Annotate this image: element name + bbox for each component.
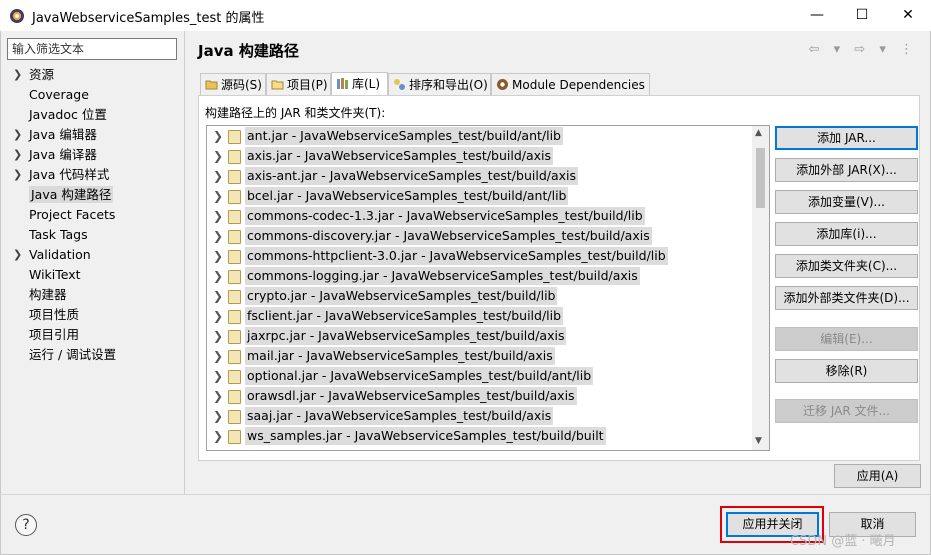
sidebar: 输入筛选文本 ❯ 资源 Coverage Javadoc 位置 ❯ Java 编辑器… bbox=[0, 31, 185, 494]
filter-input[interactable]: 输入筛选文本 bbox=[7, 38, 177, 60]
add-jar-button[interactable]: 添加 JAR... bbox=[775, 126, 918, 150]
scroll-down-icon[interactable]: ▼ bbox=[755, 436, 762, 446]
add-external-jar-button[interactable]: 添加外部 JAR(X)... bbox=[775, 158, 918, 182]
tree-item-task-tags[interactable]: Task Tags bbox=[0, 225, 184, 245]
expand-chevron-icon[interactable]: ❯ bbox=[213, 286, 223, 306]
jar-icon bbox=[228, 210, 241, 224]
history-nav-icons[interactable]: ⇦ ▾ ⇨ ▾ ⋮ bbox=[809, 42, 918, 57]
page-title: Java 构建路径 bbox=[198, 42, 299, 60]
help-icon[interactable]: ? bbox=[15, 514, 37, 536]
expand-chevron-icon[interactable]: ❯ bbox=[213, 366, 223, 386]
tree-item-javadoc-location[interactable]: Javadoc 位置 bbox=[0, 105, 184, 125]
add-library-button[interactable]: 添加库(i)... bbox=[775, 222, 918, 246]
main-panel: Java 构建路径 ⇦ ▾ ⇨ ▾ ⋮ 源码(S) 项目(P) 库(L) 排序和… bbox=[185, 31, 930, 494]
expand-chevron-icon[interactable]: ❯ bbox=[213, 306, 223, 326]
expand-chevron-icon[interactable]: ❯ bbox=[13, 65, 23, 85]
expand-chevron-icon[interactable]: ❯ bbox=[213, 266, 223, 286]
libraries-label: 构建路径上的 JAR 和类文件夹(T): bbox=[205, 106, 386, 120]
tree-item-java-compiler[interactable]: ❯ Java 编译器 bbox=[0, 145, 184, 165]
tree-item-project-references[interactable]: 项目引用 bbox=[0, 325, 184, 345]
jar-icon bbox=[228, 370, 241, 384]
jar-icon bbox=[228, 170, 241, 184]
scrollbar-thumb[interactable] bbox=[756, 148, 765, 208]
expand-chevron-icon[interactable]: ❯ bbox=[213, 346, 223, 366]
expand-chevron-icon[interactable]: ❯ bbox=[213, 386, 223, 406]
watermark: CSDN @蓝 · 曦月 bbox=[790, 534, 896, 549]
eclipse-gear-icon bbox=[10, 9, 24, 23]
close-button[interactable]: ✕ bbox=[885, 0, 931, 31]
tree-item-java-build-path[interactable]: Java 构建路径 bbox=[0, 185, 184, 205]
tree-item-builders[interactable]: 构建器 bbox=[0, 285, 184, 305]
expand-chevron-icon[interactable]: ❯ bbox=[213, 426, 223, 446]
tab-projects[interactable]: 项目(P) bbox=[266, 73, 331, 95]
title-bar: JavaWebserviceSamples_test 的属性 — ☐ ✕ bbox=[0, 0, 931, 31]
expand-chevron-icon[interactable]: ❯ bbox=[213, 226, 223, 246]
footer-divider bbox=[0, 494, 931, 495]
window-title: JavaWebserviceSamples_test 的属性 bbox=[32, 11, 265, 26]
expand-chevron-icon[interactable]: ❯ bbox=[213, 326, 223, 346]
tab-libraries[interactable]: 库(L) bbox=[331, 72, 388, 96]
expand-chevron-icon[interactable]: ❯ bbox=[213, 186, 223, 206]
tree-item-project-facets[interactable]: Project Facets bbox=[0, 205, 184, 225]
jar-icon bbox=[228, 430, 241, 444]
tree-item-java-editor[interactable]: ❯ Java 编辑器 bbox=[0, 125, 184, 145]
jar-icon bbox=[228, 190, 241, 204]
preference-tree: ❯ 资源 Coverage Javadoc 位置 ❯ Java 编辑器 ❯ Java … bbox=[0, 65, 184, 365]
libraries-list[interactable]: ❯ ant.jar - JavaWebserviceSamples_test/bu… bbox=[206, 125, 770, 451]
jar-icon bbox=[228, 390, 241, 404]
expand-chevron-icon[interactable]: ❯ bbox=[13, 245, 23, 265]
jar-icon bbox=[228, 270, 241, 284]
migrate-jar-button[interactable]: 迁移 JAR 文件... bbox=[775, 399, 918, 423]
tree-item-run-debug-settings[interactable]: 运行 / 调试设置 bbox=[0, 345, 184, 365]
expand-chevron-icon[interactable]: ❯ bbox=[213, 166, 223, 186]
jar-icon bbox=[228, 350, 241, 364]
expand-chevron-icon[interactable]: ❯ bbox=[213, 246, 223, 266]
apply-button[interactable]: 应用(A) bbox=[834, 464, 921, 488]
add-class-folder-button[interactable]: 添加类文件夹(C)... bbox=[775, 254, 918, 278]
tab-source[interactable]: 源码(S) bbox=[200, 73, 266, 95]
remove-button[interactable]: 移除(R) bbox=[775, 359, 918, 383]
expand-chevron-icon[interactable]: ❯ bbox=[213, 206, 223, 226]
project-icon bbox=[271, 80, 284, 90]
jar-icon bbox=[228, 130, 241, 144]
source-folder-icon bbox=[205, 80, 218, 90]
jar-icon bbox=[228, 230, 241, 244]
tree-item-resource[interactable]: ❯ 资源 bbox=[0, 65, 184, 85]
add-external-class-folder-button[interactable]: 添加外部类文件夹(D)... bbox=[775, 286, 918, 310]
tree-item-coverage[interactable]: Coverage bbox=[0, 85, 184, 105]
expand-chevron-icon[interactable]: ❯ bbox=[213, 146, 223, 166]
minimize-button[interactable]: — bbox=[794, 0, 840, 31]
jar-icon bbox=[228, 250, 241, 264]
add-variable-button[interactable]: 添加变量(V)... bbox=[775, 190, 918, 214]
jar-icon bbox=[228, 150, 241, 164]
jar-icon bbox=[228, 410, 241, 424]
tree-item-java-code-style[interactable]: ❯ Java 代码样式 bbox=[0, 165, 184, 185]
list-scrollbar[interactable]: ▲ ▼ bbox=[752, 126, 769, 450]
expand-chevron-icon[interactable]: ❯ bbox=[13, 145, 23, 165]
jar-icon bbox=[228, 330, 241, 344]
tree-item-wikitext[interactable]: WikiText bbox=[0, 265, 184, 285]
expand-chevron-icon[interactable]: ❯ bbox=[213, 126, 223, 146]
libraries-tab-panel: 构建路径上的 JAR 和类文件夹(T): ❯ ant.jar - JavaWebs… bbox=[198, 95, 920, 461]
scroll-up-icon[interactable]: ▲ bbox=[755, 128, 762, 138]
expand-chevron-icon[interactable]: ❯ bbox=[13, 165, 23, 185]
expand-chevron-icon[interactable]: ❯ bbox=[213, 406, 223, 426]
tab-order-export[interactable]: 排序和导出(O) bbox=[388, 73, 491, 95]
maximize-button[interactable]: ☐ bbox=[839, 0, 885, 31]
jar-icon bbox=[228, 310, 241, 324]
tree-item-validation[interactable]: ❯ Validation bbox=[0, 245, 184, 265]
library-icon bbox=[337, 78, 348, 89]
jar-icon bbox=[228, 290, 241, 304]
expand-chevron-icon[interactable]: ❯ bbox=[13, 125, 23, 145]
tree-item-project-natures[interactable]: 项目性质 bbox=[0, 305, 184, 325]
edit-button[interactable]: 编辑(E)... bbox=[775, 327, 918, 351]
order-export-icon bbox=[394, 79, 405, 90]
module-icon bbox=[497, 79, 508, 90]
tab-module-dependencies[interactable]: Module Dependencies bbox=[491, 73, 650, 95]
